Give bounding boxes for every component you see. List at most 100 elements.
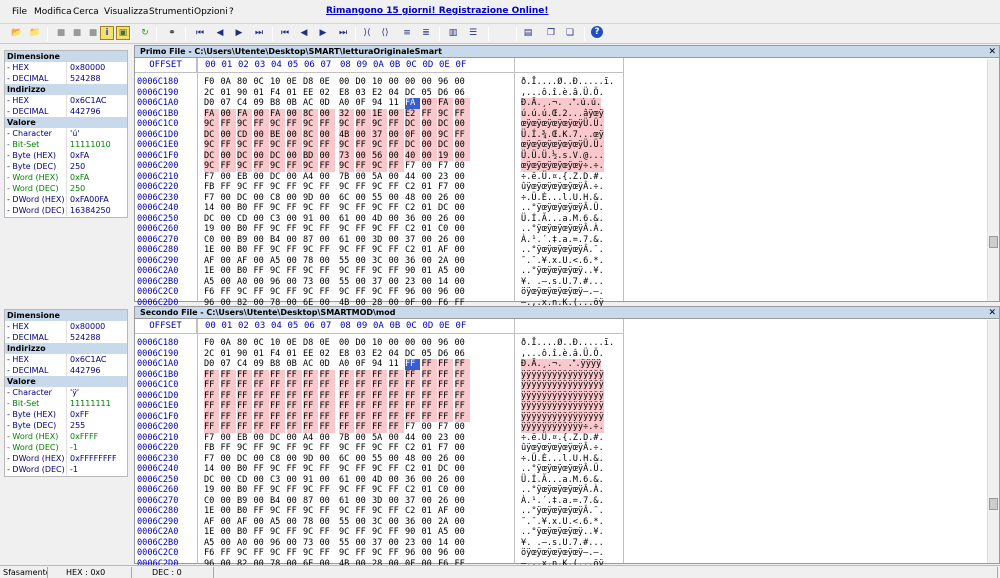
hex-byte[interactable]: 7B — [339, 433, 354, 444]
hex-byte[interactable]: 00 — [254, 256, 269, 267]
hex-byte[interactable]: 00 — [287, 277, 302, 288]
hex-byte[interactable]: 00 — [221, 464, 236, 475]
hex-byte[interactable]: 00 — [455, 538, 470, 549]
hex-byte[interactable]: 94 — [372, 98, 387, 109]
hex-byte[interactable]: 9C — [270, 266, 285, 277]
hex-byte[interactable]: 10 — [372, 77, 387, 88]
hex-byte[interactable]: B0 — [237, 506, 252, 517]
hex-row[interactable]: 0006C190 2C 01 90 01 F4 01 EE 02 E8 03 E2 04 DC 05 D6 06… — [135, 88, 623, 99]
hex-byte[interactable]: FF — [339, 380, 354, 391]
hex-byte[interactable]: 9C — [303, 266, 318, 277]
hex-row[interactable]: 0006C280 1E 00 B0 FF 9C FF 9C FF 9C FF 9C FF C2 01 AF 00… — [135, 506, 623, 517]
hex-byte[interactable]: 9C — [270, 140, 285, 151]
hex-byte[interactable]: F7 — [438, 443, 453, 454]
hex-byte[interactable]: 00 — [422, 172, 437, 183]
hex-byte[interactable]: 00 — [356, 433, 371, 444]
hex-byte[interactable]: 9C — [303, 161, 318, 172]
hex-byte[interactable]: 00 — [422, 214, 437, 225]
hex-byte[interactable]: 26 — [438, 496, 453, 507]
hex-byte[interactable]: CD — [237, 475, 252, 486]
hex-byte[interactable]: 00 — [356, 475, 371, 486]
ascii-text[interactable]: ÷.Ü.È...l.U.H.&. — [521, 193, 604, 204]
hex-byte[interactable]: 00 — [254, 517, 269, 528]
hex-byte[interactable]: FF — [454, 390, 470, 401]
hex-byte[interactable]: 9C — [303, 485, 318, 496]
hex-byte[interactable]: 00 — [455, 443, 470, 454]
hex-byte[interactable]: 00 — [221, 224, 236, 235]
hex-byte[interactable]: 37 — [372, 129, 387, 140]
sync-right-icon[interactable]: ⟨⟩ — [378, 26, 392, 40]
hex-byte[interactable]: FF — [389, 203, 404, 214]
hex-byte[interactable]: 9C — [372, 287, 387, 298]
hex-byte[interactable]: FF — [320, 182, 335, 193]
hex-byte[interactable]: FF — [356, 506, 371, 517]
hex-byte[interactable]: 0E — [320, 338, 335, 349]
hex-byte[interactable]: FF — [356, 485, 371, 496]
hex-byte[interactable]: 00 — [286, 108, 302, 119]
hex-byte[interactable]: 9C — [303, 443, 318, 454]
hex-byte[interactable]: 90 — [405, 266, 420, 277]
hex-byte[interactable]: 9C — [204, 161, 219, 172]
hex-byte[interactable]: 9C — [270, 548, 285, 559]
hex-byte[interactable]: FF — [204, 411, 219, 422]
hex-byte[interactable]: 55 — [339, 256, 354, 267]
hex-row[interactable]: 0006C270 C0 00 B9 00 B4 00 87 00 61 00 3D 00 37 00 26 00… — [135, 496, 623, 507]
hex-byte[interactable]: FF — [389, 527, 404, 538]
hex-byte[interactable]: 0E — [320, 77, 335, 88]
hex-byte[interactable]: 78 — [303, 517, 318, 528]
hex-byte[interactable]: FF — [356, 224, 371, 235]
hex-byte[interactable]: 00 — [389, 454, 404, 465]
hex-byte[interactable]: 01 — [422, 464, 437, 475]
hex-byte[interactable]: 90 — [405, 527, 420, 538]
hex-byte[interactable]: FF — [287, 548, 302, 559]
hex-byte[interactable]: 96 — [405, 548, 420, 559]
hex-row[interactable]: 0006C200 FF FF FF FF FF FF FF FF FF FF FF FF F7 00 F7 00… — [135, 422, 623, 433]
hex-byte[interactable]: FF — [270, 401, 285, 412]
hex-byte[interactable]: FF — [204, 422, 219, 433]
hex-byte[interactable]: AF — [204, 517, 219, 528]
hex-byte[interactable]: 00 — [221, 203, 236, 214]
hex-byte[interactable]: 00 — [389, 172, 404, 183]
hex-byte[interactable]: CD — [237, 129, 252, 140]
hex-byte[interactable]: FF — [253, 161, 269, 172]
hex-byte[interactable]: FF — [405, 401, 420, 412]
hex-byte[interactable]: FF — [389, 266, 404, 277]
hex-byte[interactable]: C0 — [438, 485, 453, 496]
hex-byte[interactable]: FF — [270, 422, 285, 433]
hex-byte[interactable]: FF — [221, 287, 236, 298]
hex-byte[interactable]: FF — [286, 401, 302, 412]
hex-byte[interactable]: 00 — [356, 172, 371, 183]
hex-byte[interactable]: 37 — [405, 496, 420, 507]
hex-byte[interactable]: 00 — [405, 338, 420, 349]
hex-byte[interactable]: 4D — [372, 214, 387, 225]
hex-byte[interactable]: 9C — [339, 161, 354, 172]
hex-row[interactable]: 0006C2A0 1E 00 B0 FF 9C FF 9C FF 9C FF 9C FF 90 01 A5 00… — [135, 527, 623, 538]
hex-byte[interactable]: FF — [254, 182, 269, 193]
hex-byte[interactable]: FF — [270, 390, 285, 401]
hex-byte[interactable]: FA — [438, 98, 453, 109]
hex-byte[interactable]: 96 — [405, 287, 420, 298]
hex-byte[interactable]: E2 — [405, 108, 420, 119]
hex-byte[interactable]: C2 — [405, 245, 420, 256]
hex-byte[interactable]: 00 — [422, 287, 437, 298]
hex-byte[interactable]: 6C — [339, 454, 354, 465]
hex-byte[interactable]: FF — [237, 380, 252, 391]
hex-byte[interactable]: 00 — [356, 517, 371, 528]
hex-byte[interactable]: 01 — [422, 203, 437, 214]
first-diff-icon[interactable]: ⏮ — [193, 26, 207, 40]
hex-row[interactable]: 0006C250 DC 00 CD 00 C3 00 91 00 61 00 4D 00 36 00 26 00… — [135, 214, 623, 225]
hex-byte[interactable]: 19 — [204, 224, 219, 235]
hex-byte[interactable]: 0D — [320, 359, 335, 370]
hex-byte[interactable]: CD — [237, 214, 252, 225]
hex-byte[interactable]: 06 — [455, 349, 470, 360]
hex-byte[interactable]: FF — [356, 182, 371, 193]
hex-byte[interactable]: FF — [320, 203, 335, 214]
hex-byte[interactable]: 00 — [422, 517, 437, 528]
hex-byte[interactable]: A0 — [339, 359, 354, 370]
hex-byte[interactable]: 00 — [319, 150, 335, 161]
hex-byte[interactable]: 00 — [287, 193, 302, 204]
hex-byte[interactable]: FF — [421, 390, 437, 401]
hex-byte[interactable]: FF — [356, 464, 371, 475]
hex-byte[interactable]: B9 — [237, 496, 252, 507]
hex-byte[interactable]: FF — [355, 140, 371, 151]
